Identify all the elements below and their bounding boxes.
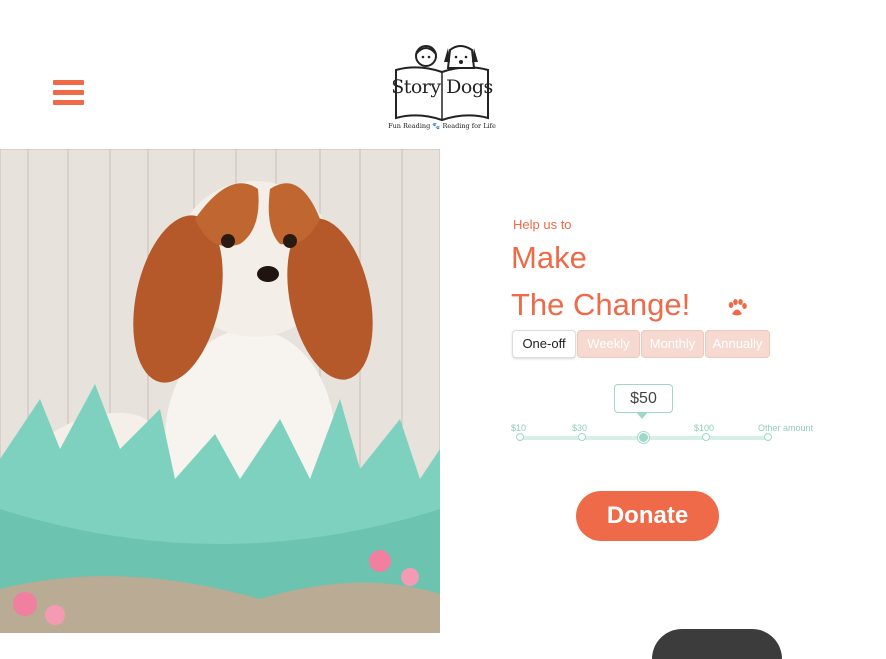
headline-make: Make <box>511 240 587 275</box>
slider-stop-other[interactable] <box>764 433 772 441</box>
amount-label-10[interactable]: $10 <box>511 423 526 433</box>
story-dogs-logo[interactable]: Story Dogs Fun Reading 🐾 Reading for Lif… <box>388 40 496 135</box>
donate-button[interactable]: Donate <box>576 491 719 541</box>
paw-icon <box>728 299 747 316</box>
amount-label-100[interactable]: $100 <box>694 423 714 433</box>
amount-label-other[interactable]: Other amount <box>758 423 813 433</box>
logo-title: Story Dogs <box>391 76 493 98</box>
logo-tagline: Fun Reading 🐾 Reading for Life <box>388 122 496 130</box>
hero-puppy-photo <box>0 149 440 633</box>
donation-panel: Help us to Make The Change! One-off Week… <box>440 149 886 659</box>
hamburger-menu-icon[interactable] <box>53 80 84 107</box>
selected-amount-bubble: $50 <box>614 384 673 413</box>
frequency-tabs: One-off Weekly Monthly Annually <box>512 330 770 358</box>
slider-stop-100[interactable] <box>702 433 710 441</box>
tab-weekly[interactable]: Weekly <box>577 330 640 358</box>
slider-handle[interactable] <box>638 432 649 443</box>
slider-stop-30[interactable] <box>578 433 586 441</box>
bubble-pointer <box>636 412 648 419</box>
tab-annually[interactable]: Annually <box>705 330 770 358</box>
headline-the-change: The Change! <box>511 287 691 322</box>
tab-monthly[interactable]: Monthly <box>641 330 704 358</box>
help-us-to-text: Help us to <box>513 217 572 232</box>
site-header: Story Dogs Fun Reading 🐾 Reading for Lif… <box>0 0 886 149</box>
profile-image-partial <box>652 629 782 659</box>
slider-stop-10[interactable] <box>516 433 524 441</box>
tab-one-off[interactable]: One-off <box>512 330 576 358</box>
amount-label-30[interactable]: $30 <box>572 423 587 433</box>
